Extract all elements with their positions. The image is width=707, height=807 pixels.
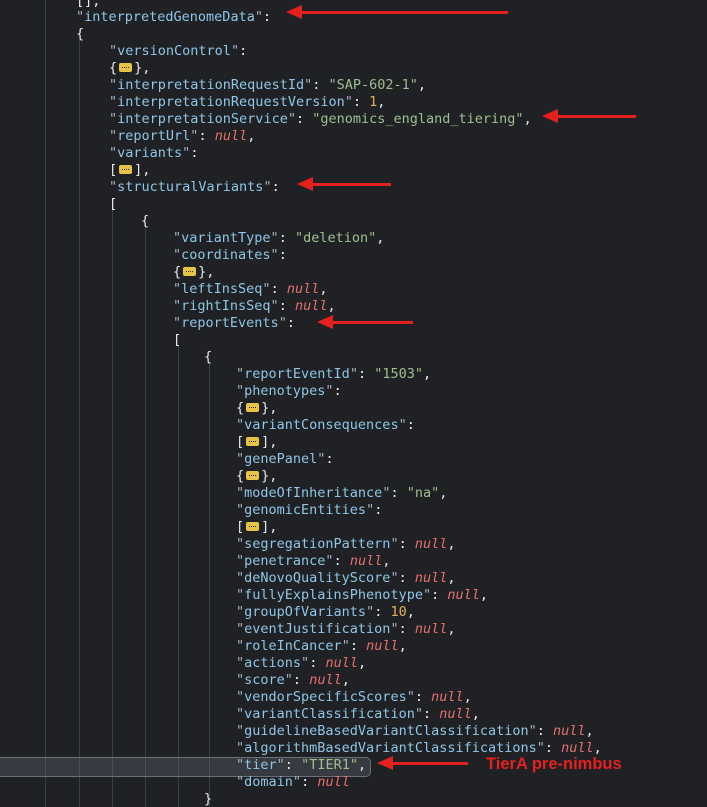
code-line[interactable]: "segregationPattern": null, [236, 536, 456, 553]
code-line[interactable]: { [141, 213, 149, 230]
code-line[interactable]: "groupOfVariants": 10, [236, 604, 415, 621]
code-line[interactable]: "domain": null [236, 774, 350, 791]
collapsed-ellipsis-icon[interactable] [246, 522, 259, 531]
code-line[interactable]: "genomicEntities": [236, 502, 390, 519]
code-line[interactable]: "reportEventId": "1503", [236, 366, 431, 383]
code-line[interactable]: "modeOfInheritance": "na", [236, 485, 447, 502]
tier-value: "TIER1" [301, 757, 358, 773]
json-editor[interactable]: [], "interpretedGenomeData": { "versionC… [0, 0, 707, 807]
code-line[interactable]: "eventJustification": null, [236, 621, 456, 638]
code-line[interactable]: "vendorSpecificScores": null, [236, 689, 472, 706]
code-line[interactable]: {}, [236, 468, 277, 485]
code-line[interactable]: "phenotypes": [236, 383, 350, 400]
collapsed-ellipsis-icon[interactable] [183, 267, 196, 276]
code-line[interactable]: "genePanel": [236, 451, 342, 468]
indent-guide [209, 362, 210, 807]
indent-guide [45, 0, 46, 807]
code-line-interpreted-genome-data[interactable]: "interpretedGenomeData": [76, 9, 279, 26]
code-line[interactable]: "variantType": "deletion", [173, 230, 384, 247]
red-arrow-left-icon [311, 183, 391, 186]
code-line[interactable]: "deNovoQualityScore": null, [236, 570, 456, 587]
code-line[interactable]: [], [236, 434, 277, 451]
red-arrow-left-icon [300, 11, 508, 14]
code-line[interactable]: [], [109, 162, 150, 179]
tier-key: tier [244, 757, 277, 773]
code-line[interactable]: } [204, 791, 212, 807]
code-line-report-events[interactable]: "reportEvents": [173, 315, 303, 332]
red-arrow-left-icon [331, 321, 413, 324]
code-line[interactable]: { [204, 349, 212, 366]
red-arrow-left-icon [391, 762, 468, 765]
code-line-interpretation-service[interactable]: "interpretationService": "genomics_engla… [109, 111, 532, 128]
code-line[interactable]: "rightInsSeq": null, [173, 298, 336, 315]
code-line[interactable]: "interpretationRequestVersion": 1, [109, 94, 385, 111]
code-line[interactable]: { [76, 26, 84, 43]
code-line[interactable]: "fullyExplainsPhenotype": null, [236, 587, 488, 604]
code-line[interactable]: "reportUrl": null, [109, 128, 255, 145]
collapsed-ellipsis-icon[interactable] [119, 63, 132, 72]
code-line[interactable]: "penetrance": null, [236, 553, 390, 570]
code-line[interactable]: {}, [109, 60, 150, 77]
code-line[interactable]: "versionControl": [109, 43, 255, 60]
collapsed-ellipsis-icon[interactable] [246, 437, 259, 446]
code-line[interactable]: "interpretationRequestId": "SAP-602-1", [109, 77, 426, 94]
indent-guide [145, 228, 146, 807]
code-line[interactable]: "variants": [109, 145, 207, 162]
code-line[interactable]: "variantConsequences": [236, 417, 423, 434]
code-line[interactable]: [ [173, 332, 181, 349]
collapsed-ellipsis-icon[interactable] [119, 165, 132, 174]
code-line[interactable]: [ [109, 196, 117, 213]
code-line-structural-variants[interactable]: "structuralVariants": [109, 179, 288, 196]
collapsed-ellipsis-icon[interactable] [246, 403, 259, 412]
collapsed-ellipsis-icon[interactable] [246, 471, 259, 480]
json-key: interpretedGenomeData [84, 9, 255, 25]
indent-guide [178, 345, 179, 807]
code-line[interactable]: "score": null, [236, 672, 350, 689]
indent-guide [112, 210, 113, 807]
code-line[interactable]: "leftInsSeq": null, [173, 281, 327, 298]
code-line[interactable]: "actions": null, [236, 655, 366, 672]
code-line[interactable]: {}, [173, 264, 214, 281]
red-arrow-left-icon [556, 115, 636, 118]
code-line[interactable]: [], [236, 519, 277, 536]
code-line[interactable]: {}, [236, 400, 277, 417]
indent-guide [79, 40, 80, 807]
code-line[interactable]: "coordinates": [173, 247, 295, 264]
code-line[interactable]: "guidelineBasedVariantClassification": n… [236, 723, 594, 740]
code-line[interactable]: "variantClassification": null, [236, 706, 480, 723]
code-line-tier[interactable]: "tier": "TIER1", [236, 757, 366, 774]
annotation-label: TierA pre-nimbus [486, 754, 622, 774]
code-line[interactable]: "roleInCancer": null, [236, 638, 407, 655]
